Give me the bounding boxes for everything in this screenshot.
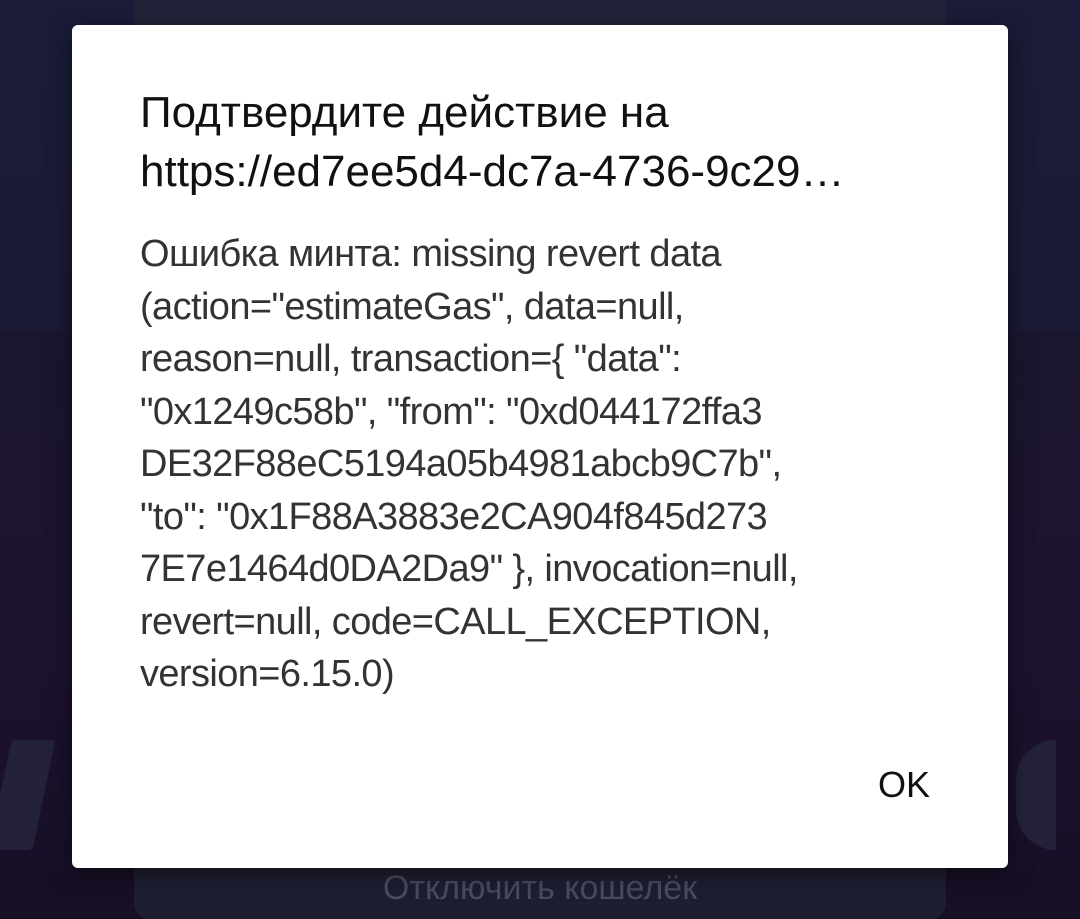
disconnect-wallet-button: Отключить кошелёк — [382, 869, 698, 907]
dialog-title: Подтвердите действие на https://ed7ee5d4… — [140, 88, 845, 196]
alert-dialog: Подтвердите действие на https://ed7ee5d4… — [72, 25, 1008, 868]
ok-button[interactable]: OK — [864, 755, 944, 815]
dialog-message: Ошибка минта: missing revert data (actio… — [140, 233, 798, 695]
